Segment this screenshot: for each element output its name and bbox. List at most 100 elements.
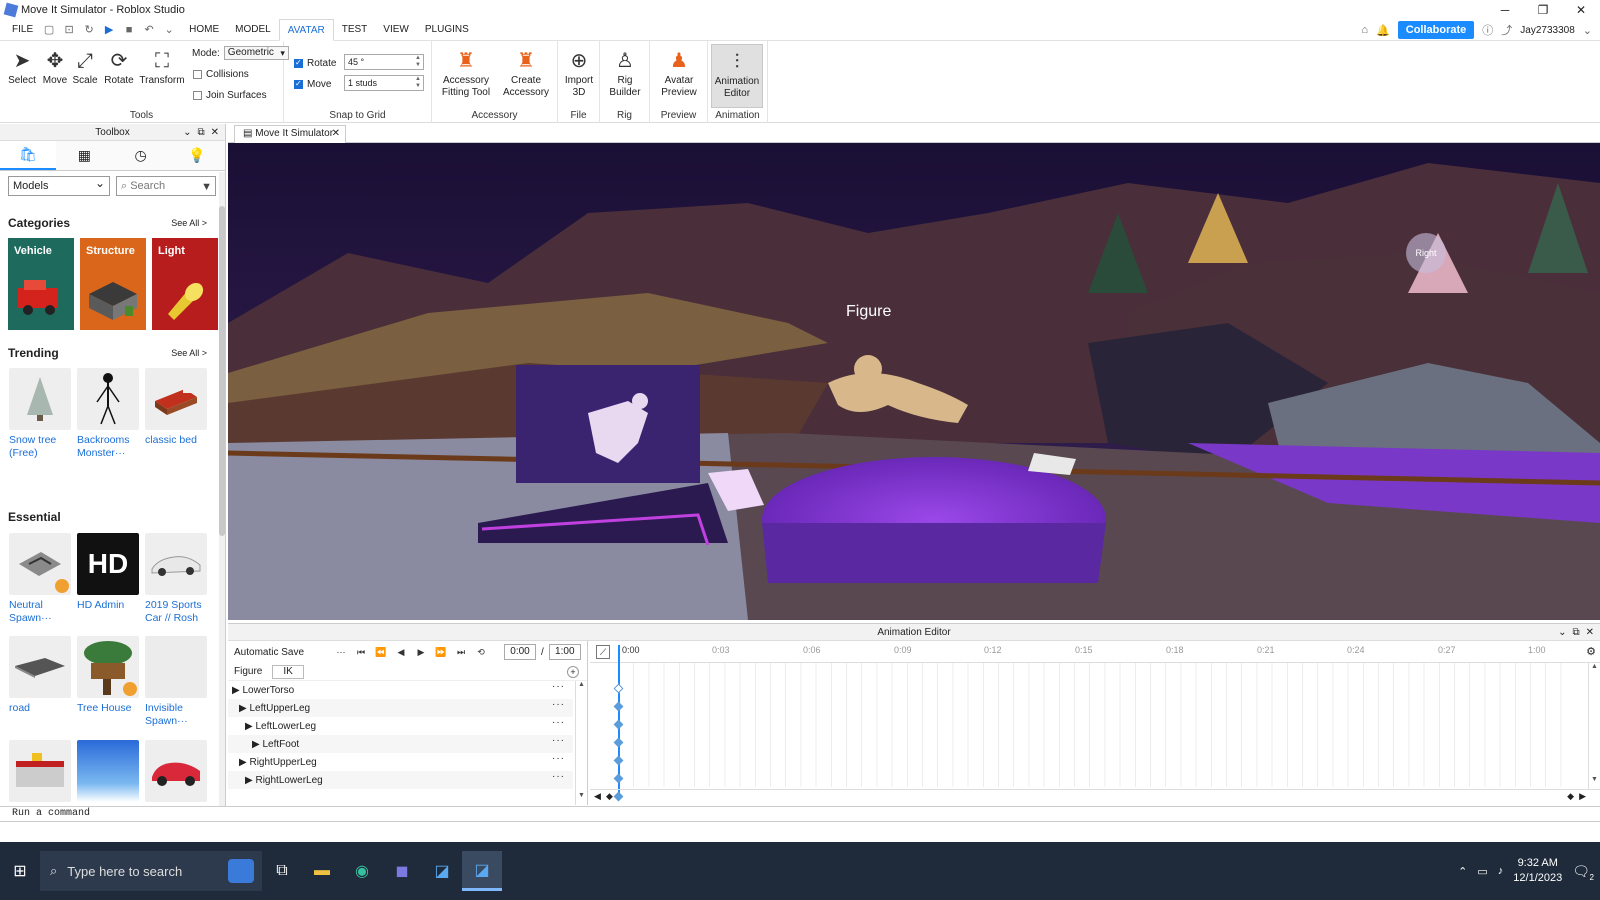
teams-icon[interactable]: ◼ xyxy=(382,851,422,891)
track-row[interactable]: ▶ LeftFoot ··· xyxy=(228,735,573,753)
undo-icon[interactable]: ↶ xyxy=(141,19,157,41)
rotate-tool[interactable]: ⟳ Rotate xyxy=(102,47,136,87)
menu-file[interactable]: FILE xyxy=(4,19,41,41)
skip-to-start-icon[interactable]: ⏮ xyxy=(352,643,370,661)
tab-creations[interactable]: 💡 xyxy=(168,141,225,170)
customize-chevron-icon[interactable]: ⌄ xyxy=(161,19,177,41)
asset-backrooms-monster[interactable]: Backrooms Monster··· xyxy=(77,368,141,460)
timeline-settings-icon[interactable]: ⚙ xyxy=(1586,645,1596,658)
menu-home[interactable]: HOME xyxy=(181,19,227,41)
add-track-icon[interactable]: + xyxy=(567,665,579,678)
import-3d-button[interactable]: ⊕ Import 3D xyxy=(562,47,596,99)
previous-keyframe-icon[interactable]: ⏪ xyxy=(372,643,390,661)
toolbox-search-input[interactable]: ⌕ Search ▼ xyxy=(116,176,216,196)
command-input[interactable]: Run a command xyxy=(12,808,90,819)
create-accessory-button[interactable]: ♜ Create Accessory xyxy=(500,47,552,99)
track-options-icon[interactable]: ··· xyxy=(552,717,565,728)
animation-name[interactable]: Automatic Save xyxy=(234,647,330,658)
menu-test[interactable]: TEST xyxy=(334,19,376,41)
menu-plugins[interactable]: PLUGINS xyxy=(417,19,477,41)
category-light[interactable]: Light xyxy=(152,238,218,330)
menu-model[interactable]: MODEL xyxy=(227,19,279,41)
panel-menu-chevron-icon[interactable]: ⌄ xyxy=(183,124,191,141)
asset-invisible-spawn[interactable]: Invisible Spawn··· xyxy=(145,636,209,728)
track-options-icon[interactable]: ··· xyxy=(552,771,565,782)
panel-close-icon[interactable]: ✕ xyxy=(211,124,219,141)
stop-icon[interactable]: ■ xyxy=(121,19,137,41)
play-icon[interactable]: ▶ xyxy=(412,643,430,661)
asset-type-dropdown[interactable]: Models xyxy=(8,174,110,196)
redo-icon[interactable]: ↻ xyxy=(81,19,97,41)
play-icon[interactable]: ▶ xyxy=(101,19,117,41)
animation-editor-button[interactable]: ⫶ Animation Editor xyxy=(711,44,763,108)
notification-bell-icon[interactable]: 🔔 xyxy=(1376,24,1390,37)
expand-arrow-icon[interactable]: ▶ xyxy=(239,703,249,714)
skip-to-end-icon[interactable]: ⏭ xyxy=(452,643,470,661)
timeline-vertical-scrollbar[interactable]: ▲ ▼ xyxy=(1588,663,1600,789)
taskbar-search-box[interactable]: ⌕ Type here to search xyxy=(40,851,262,891)
clock[interactable]: 9:32 AM 12/1/2023 xyxy=(1513,856,1562,886)
select-tool[interactable]: ➤ Select xyxy=(6,47,38,87)
asset-neutral-spawn[interactable]: Neutral Spawn··· xyxy=(9,533,73,625)
move-snap-input[interactable]: 1 studs ▲ ▼ xyxy=(344,75,424,91)
timeline[interactable]: ⟋ 0:00 0:03 0:06 0:09 0:12 0:15 0:18 0:2… xyxy=(590,641,1600,805)
trending-see-all-link[interactable]: See All > xyxy=(171,348,207,358)
roblox-studio-taskbar-icon[interactable]: ◪ xyxy=(422,851,462,891)
asset-2019-sports-car[interactable]: 2019 Sports Car // Rosh xyxy=(145,533,209,625)
move-tool[interactable]: ✥ Move xyxy=(40,47,70,87)
track-list-scrollbar[interactable]: ▲ ▼ xyxy=(575,681,587,805)
track-options-icon[interactable]: ··· xyxy=(552,753,565,764)
expand-arrow-icon[interactable]: ▶ xyxy=(232,685,242,696)
expand-arrow-icon[interactable]: ▶ xyxy=(245,775,255,786)
ik-button[interactable]: IK xyxy=(272,664,304,679)
tab-marketplace[interactable]: 🛍 xyxy=(0,141,57,170)
menu-view[interactable]: VIEW xyxy=(375,19,417,41)
roblox-studio-active-icon[interactable]: ◪ xyxy=(462,851,502,891)
asset-hd-admin[interactable]: HD HD Admin xyxy=(77,533,141,612)
track-row[interactable]: ▶ LowerTorso ··· xyxy=(228,681,573,699)
category-structure[interactable]: Structure xyxy=(80,238,146,330)
track-options-icon[interactable]: ··· xyxy=(552,699,565,710)
panel-popout-icon[interactable]: ⧉ xyxy=(1572,624,1579,641)
asset-classic-bed[interactable]: classic bed xyxy=(145,368,209,447)
task-view-icon[interactable]: ⧉ xyxy=(262,851,302,891)
zoom-handle-icon[interactable]: ◆ xyxy=(1567,791,1574,802)
collaborate-button[interactable]: Collaborate xyxy=(1397,21,1475,39)
rotate-snap-checkbox[interactable]: Rotate xyxy=(294,58,336,69)
curve-editor-icon[interactable]: ⟋ xyxy=(596,645,610,659)
categories-see-all-link[interactable]: See All > xyxy=(171,218,207,228)
account-chevron-icon[interactable]: ⌄ xyxy=(1583,24,1592,37)
asset-snow-tree[interactable]: Snow tree (Free) xyxy=(9,368,73,460)
panel-close-icon[interactable]: ✕ xyxy=(1586,624,1594,641)
track-row[interactable]: ▶ LeftUpperLeg ··· xyxy=(228,699,573,717)
panel-popout-icon[interactable]: ⧉ xyxy=(197,124,204,141)
track-row[interactable]: ▶ RightLowerLeg ··· xyxy=(228,771,573,789)
track-row[interactable]: ▶ RightUpperLeg ··· xyxy=(228,753,573,771)
current-time-input[interactable]: 0:00 xyxy=(504,644,536,660)
asset-skybox[interactable] xyxy=(77,740,141,802)
asset-road[interactable]: road xyxy=(9,636,73,715)
scale-tool[interactable]: ⤢ Scale xyxy=(70,47,100,87)
notification-center-icon[interactable]: 🗨 2 xyxy=(1572,863,1594,882)
track-row[interactable]: ▶ LeftLowerLeg ··· xyxy=(228,717,573,735)
timeline-zoom-bar[interactable]: ◀ ◆ ◆ ▶ xyxy=(590,789,1600,805)
tray-chevron-icon[interactable]: ⌃ xyxy=(1458,865,1467,878)
close-tab-icon[interactable]: ✕ xyxy=(332,126,340,142)
play-reverse-icon[interactable]: ◀ xyxy=(392,643,410,661)
close-button[interactable]: ✕ xyxy=(1562,0,1600,19)
asset-red-car[interactable] xyxy=(145,740,209,802)
transform-tool[interactable]: ⛶ Transform xyxy=(138,47,186,87)
next-keyframe-icon[interactable]: ⏩ xyxy=(432,643,450,661)
scroll-left-icon[interactable]: ◀ xyxy=(594,791,601,802)
menu-avatar[interactable]: AVATAR xyxy=(278,18,334,41)
scroll-right-icon[interactable]: ▶ xyxy=(1579,791,1586,802)
tab-inventory[interactable]: ▦ xyxy=(56,141,113,170)
category-vehicle[interactable]: Vehicle xyxy=(8,238,74,330)
more-options-icon[interactable]: ⋯ xyxy=(332,643,350,661)
edge-browser-icon[interactable]: ◉ xyxy=(342,851,382,891)
expand-arrow-icon[interactable]: ▶ xyxy=(239,757,249,768)
expand-arrow-icon[interactable]: ▶ xyxy=(245,721,255,732)
windows-start-icon[interactable]: ⊞ xyxy=(0,851,40,891)
accessory-fitting-tool-button[interactable]: ♜ Accessory Fitting Tool xyxy=(438,47,494,99)
tab-recent[interactable]: ◷ xyxy=(112,141,169,170)
